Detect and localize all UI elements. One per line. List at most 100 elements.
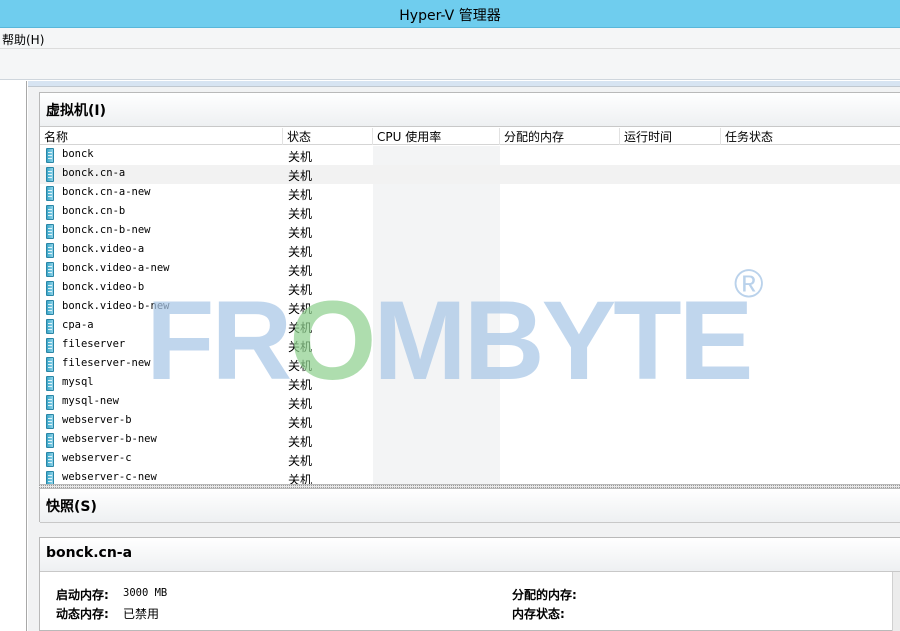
- detail-panel-title: bonck.cn-a: [40, 538, 900, 572]
- vm-name: bonck.cn-a-new: [62, 186, 151, 198]
- vm-name: cpa-a: [62, 319, 94, 331]
- server-icon: [46, 281, 54, 296]
- vm-row[interactable]: webserver-b-new 关机: [40, 431, 900, 450]
- column-header-cpu[interactable]: CPU 使用率: [373, 128, 500, 145]
- menu-help[interactable]: 帮助(H): [2, 31, 44, 48]
- vm-row[interactable]: mysql-new 关机: [40, 393, 900, 412]
- startup-memory-label: 启动内存:: [56, 588, 109, 602]
- vm-state: 关机: [288, 302, 313, 316]
- server-icon: [46, 186, 54, 201]
- vm-row[interactable]: bonck.cn-a 关机: [40, 165, 900, 184]
- server-icon: [46, 262, 54, 277]
- vm-state: 关机: [288, 473, 313, 485]
- vm-name: mysql-new: [62, 395, 119, 407]
- server-icon: [46, 471, 54, 484]
- vm-state: 关机: [288, 359, 313, 373]
- vm-state: 关机: [288, 150, 313, 164]
- vm-row[interactable]: webserver-b 关机: [40, 412, 900, 431]
- vm-name: webserver-b: [62, 414, 132, 426]
- vm-row[interactable]: webserver-c-new 关机: [40, 469, 900, 485]
- vm-name: bonck.cn-b: [62, 205, 126, 217]
- server-icon: [46, 395, 54, 410]
- virtual-machines-panel: 虚拟机(I) 名称 状态 CPU 使用率 分配的内存 运行时间 任务状态 bon…: [39, 92, 900, 485]
- vm-state: 关机: [288, 397, 313, 411]
- vm-list: bonck 关机 bonck.cn-a 关机 bonck.cn-a-new 关机 bonck…: [40, 146, 900, 485]
- vm-row[interactable]: cpa-a 关机: [40, 317, 900, 336]
- vm-name: bonck: [62, 148, 94, 160]
- vm-row[interactable]: bonck.video-b-new 关机: [40, 298, 900, 317]
- server-icon: [46, 300, 54, 315]
- vm-state: 关机: [288, 435, 313, 449]
- vm-state: 关机: [288, 188, 313, 202]
- content-header-strip: [28, 81, 900, 87]
- memory-status-label: 内存状态:: [512, 607, 565, 621]
- vm-panel-title: 虚拟机(I): [40, 93, 900, 127]
- vm-state: 关机: [288, 340, 313, 354]
- vm-row[interactable]: fileserver-new 关机: [40, 355, 900, 374]
- detail-scrollbar[interactable]: [892, 572, 900, 631]
- snapshot-panel-title: 快照(S): [40, 489, 900, 523]
- vm-name: bonck.video-a-new: [62, 262, 170, 274]
- vm-column-headers: 名称 状态 CPU 使用率 分配的内存 运行时间 任务状态: [40, 127, 900, 145]
- column-header-state[interactable]: 状态: [283, 128, 373, 145]
- vm-row[interactable]: bonck.video-a 关机: [40, 241, 900, 260]
- watermark-registered-mark: ®: [734, 262, 764, 306]
- vm-name: fileserver-new: [62, 357, 151, 369]
- server-icon: [46, 319, 54, 334]
- vm-state: 关机: [288, 378, 313, 392]
- vm-name: bonck.cn-a: [62, 167, 126, 179]
- detail-body: 启动内存: 3000 MB 动态内存: 已禁用 分配的内存: 内存状态:: [40, 572, 900, 631]
- window-title: Hyper-V 管理器: [399, 8, 501, 24]
- server-icon: [46, 376, 54, 391]
- vm-state: 关机: [288, 245, 313, 259]
- server-icon: [46, 338, 54, 353]
- vm-row[interactable]: bonck.video-b 关机: [40, 279, 900, 298]
- vm-row[interactable]: bonck 关机: [40, 146, 900, 165]
- vm-name: webserver-b-new: [62, 433, 157, 445]
- server-icon: [46, 224, 54, 239]
- assigned-memory-label: 分配的内存:: [512, 588, 577, 602]
- vm-row[interactable]: bonck.cn-b-new 关机: [40, 222, 900, 241]
- vm-name: mysql: [62, 376, 94, 388]
- server-icon: [46, 167, 54, 182]
- vm-state: 关机: [288, 207, 313, 221]
- column-header-assigned-memory[interactable]: 分配的内存: [500, 128, 620, 145]
- vm-row[interactable]: mysql 关机: [40, 374, 900, 393]
- startup-memory-value: 3000 MB: [123, 587, 168, 599]
- vm-state: 关机: [288, 454, 313, 468]
- vm-row[interactable]: bonck.video-a-new 关机: [40, 260, 900, 279]
- vm-row[interactable]: fileserver 关机: [40, 336, 900, 355]
- vm-state: 关机: [288, 169, 313, 183]
- vm-state: 关机: [288, 283, 313, 297]
- dynamic-memory-value: 已禁用: [123, 607, 160, 621]
- vm-state: 关机: [288, 264, 313, 278]
- vm-state: 关机: [288, 321, 313, 335]
- vm-name: webserver-c-new: [62, 471, 157, 483]
- server-icon: [46, 357, 54, 372]
- vm-state: 关机: [288, 226, 313, 240]
- dynamic-memory-label: 动态内存:: [56, 607, 109, 621]
- column-header-name[interactable]: 名称: [40, 128, 283, 145]
- vm-row[interactable]: bonck.cn-b 关机: [40, 203, 900, 222]
- vm-name: webserver-c: [62, 452, 132, 464]
- column-header-task-status[interactable]: 任务状态: [721, 128, 900, 145]
- vm-row[interactable]: bonck.cn-a-new 关机: [40, 184, 900, 203]
- vm-detail-panel: bonck.cn-a 启动内存: 3000 MB 动态内存: 已禁用 分配的内存…: [39, 537, 900, 631]
- server-icon: [46, 433, 54, 448]
- vm-name: bonck.cn-b-new: [62, 224, 151, 236]
- column-header-uptime[interactable]: 运行时间: [620, 128, 721, 145]
- vm-name: bonck.video-a: [62, 243, 145, 255]
- snapshots-panel: 快照(S): [39, 488, 900, 523]
- title-bar: Hyper-V 管理器: [0, 0, 900, 28]
- server-icon: [46, 148, 54, 163]
- vm-state: 关机: [288, 416, 313, 430]
- vm-name: bonck.video-b: [62, 281, 145, 293]
- server-icon: [46, 414, 54, 429]
- navigation-pane[interactable]: [0, 81, 27, 631]
- vm-name: fileserver: [62, 338, 126, 350]
- server-icon: [46, 243, 54, 258]
- server-icon: [46, 205, 54, 220]
- vm-row[interactable]: webserver-c 关机: [40, 450, 900, 469]
- vm-name: bonck.video-b-new: [62, 300, 170, 312]
- toolbar: [0, 49, 900, 80]
